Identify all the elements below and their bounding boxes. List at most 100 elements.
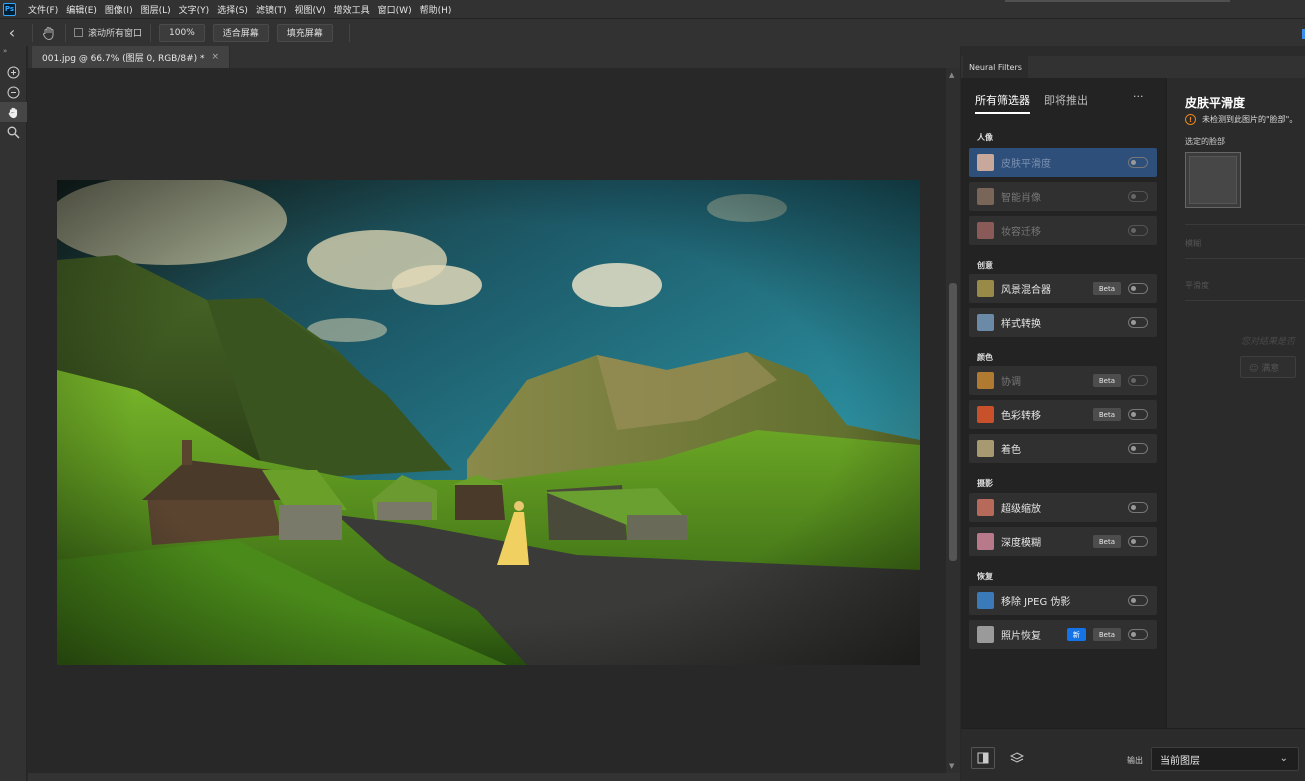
scroll-down-icon[interactable]: ▼ [949, 762, 954, 770]
chevron-down-icon: ⌄ [1279, 753, 1288, 764]
filter-toggle[interactable] [1128, 375, 1148, 386]
filter-harmonization[interactable]: 协调 Beta [969, 366, 1157, 395]
filter-subtabs: 所有筛选器 即将推出 [975, 92, 1102, 114]
menu-file[interactable]: 文件(F) [24, 3, 62, 16]
filter-toggle[interactable] [1128, 502, 1148, 513]
zoom-out-icon[interactable] [0, 82, 27, 102]
filter-jpeg-artifacts[interactable]: 移除 JPEG 伪影 [969, 586, 1157, 615]
filter-toggle[interactable] [1128, 409, 1148, 420]
filter-label: 妆容迁移 [1001, 227, 1041, 238]
document-tab[interactable]: 001.jpg @ 66.7% (图层 0, RGB/8#) * × [32, 46, 231, 68]
filter-photo-restoration[interactable]: 照片恢复 新 Beta [969, 620, 1157, 649]
satisfied-button[interactable]: ☺ 满意 [1240, 356, 1296, 378]
filter-label: 风景混合器 [1001, 285, 1051, 296]
hand-tool-icon[interactable] [41, 25, 57, 41]
super-zoom-thumbnail-icon [977, 499, 994, 516]
beta-badge: Beta [1092, 535, 1121, 548]
filter-toggle[interactable] [1128, 283, 1148, 294]
filter-label: 样式转换 [1001, 319, 1041, 330]
filter-title: 皮肤平滑度 [1185, 96, 1246, 110]
tab-neural-filters[interactable]: Neural Filters [963, 56, 1028, 78]
scroll-all-label: 滚动所有窗口 [88, 29, 143, 39]
filter-toggle[interactable] [1128, 595, 1148, 606]
panel-footer: 输出 当前图层 ⌄ [961, 728, 1305, 781]
options-bar: ‹ 滚动所有窗口 100% 适合屏幕 填充屏幕 [0, 18, 1305, 46]
document-tab-bar: 001.jpg @ 66.7% (图层 0, RGB/8#) * × [28, 46, 960, 68]
menu-select[interactable]: 选择(S) [213, 3, 252, 16]
filter-label: 深度模糊 [1001, 538, 1041, 549]
beta-badge: Beta [1092, 628, 1121, 641]
filter-toggle[interactable] [1128, 443, 1148, 454]
landscape-photo[interactable] [57, 180, 920, 665]
filter-depth-blur[interactable]: 深度模糊 Beta [969, 527, 1157, 556]
filter-label: 智能肖像 [1001, 193, 1041, 204]
portrait-thumbnail-icon [977, 188, 994, 205]
filter-toggle[interactable] [1128, 225, 1148, 236]
menu-edit[interactable]: 编辑(E) [62, 3, 101, 16]
jpeg-thumbnail-icon [977, 592, 994, 609]
filter-toggle[interactable] [1128, 629, 1148, 640]
layers-preview-icon[interactable] [1005, 747, 1029, 769]
back-arrow-icon[interactable]: ‹ [0, 23, 24, 42]
feedback-prompt: 您对结果是否 [1241, 337, 1296, 347]
document-tab-title: 001.jpg @ 66.7% (图层 0, RGB/8#) * [42, 53, 205, 64]
tab-coming-soon[interactable]: 即将推出 [1044, 92, 1088, 114]
tab-all-filters[interactable]: 所有筛选器 [975, 92, 1030, 114]
filter-color-transfer[interactable]: 色彩转移 Beta [969, 400, 1157, 429]
scroll-up-icon[interactable]: ▲ [949, 71, 954, 79]
divider [348, 23, 350, 42]
zoom-100-button[interactable]: 100% [159, 23, 205, 42]
filter-skin-smoothing[interactable]: 皮肤平滑度 [969, 148, 1157, 177]
filter-label: 协调 [1001, 377, 1021, 388]
filter-label: 色彩转移 [1001, 411, 1041, 422]
collapse-toolbar-icon[interactable]: » [0, 46, 26, 56]
menu-help[interactable]: 帮助(H) [416, 3, 456, 16]
photoshop-logo-icon: Ps [3, 2, 16, 16]
menu-image[interactable]: 图像(I) [101, 3, 137, 16]
category-creative: 创意 [977, 261, 993, 270]
blur-slider-track[interactable] [1185, 258, 1305, 259]
menu-plugins[interactable]: 增效工具 [330, 3, 374, 16]
show-original-icon[interactable] [971, 747, 995, 769]
filter-colorize[interactable]: 着色 [969, 434, 1157, 463]
menu-view[interactable]: 视图(V) [290, 3, 329, 16]
menu-layer[interactable]: 图层(L) [137, 3, 175, 16]
fit-screen-button[interactable]: 适合屏幕 [212, 23, 269, 42]
zoom-in-icon[interactable] [0, 62, 27, 82]
close-tab-icon[interactable]: × [212, 52, 220, 62]
menu-window[interactable]: 窗口(W) [374, 3, 416, 16]
more-options-icon[interactable]: ··· [1133, 90, 1144, 103]
colorize-thumbnail-icon [977, 440, 994, 457]
style-thumbnail-icon [977, 314, 994, 331]
face-selector[interactable] [1185, 152, 1241, 208]
neural-filters-panel: Neural Filters 所有筛选器 即将推出 ··· 人像 皮肤平滑度 智… [961, 46, 1305, 781]
portrait-thumbnail-icon [977, 222, 994, 239]
selected-face-label: 选定的脸部 [1185, 137, 1225, 146]
scroll-all-checkbox[interactable] [74, 28, 83, 37]
menu-bar: Ps 文件(F) 编辑(E) 图像(I) 图层(L) 文字(Y) 选择(S) 滤… [0, 0, 1305, 18]
filter-toggle[interactable] [1128, 191, 1148, 202]
filter-toggle[interactable] [1128, 317, 1148, 328]
category-color: 颜色 [977, 353, 993, 362]
divider [32, 23, 33, 42]
fill-screen-button[interactable]: 填充屏幕 [276, 23, 333, 42]
output-select[interactable]: 当前图层 ⌄ [1151, 747, 1299, 771]
filter-style-transfer[interactable]: 样式转换 [969, 308, 1157, 337]
scrollbar-thumb[interactable] [949, 283, 957, 561]
blur-slider-label: 模糊 [1185, 239, 1201, 248]
filter-toggle[interactable] [1128, 157, 1148, 168]
menu-filter[interactable]: 滤镜(T) [252, 3, 291, 16]
filter-landscape-mixer[interactable]: 风景混合器 Beta [969, 274, 1157, 303]
warning-icon: ! [1185, 114, 1196, 125]
filter-super-zoom[interactable]: 超级缩放 [969, 493, 1157, 522]
horizontal-scrollbar[interactable] [28, 773, 960, 781]
tools-panel: » [0, 46, 27, 781]
zoom-tool-icon[interactable] [0, 122, 27, 142]
smoothness-slider-track[interactable] [1185, 300, 1305, 301]
vertical-scrollbar[interactable]: ▲ ▼ [946, 68, 960, 773]
filter-makeup-transfer[interactable]: 妆容迁移 [969, 216, 1157, 245]
menu-type[interactable]: 文字(Y) [175, 3, 214, 16]
hand-tool-icon[interactable] [0, 102, 27, 122]
filter-smart-portrait[interactable]: 智能肖像 [969, 182, 1157, 211]
filter-toggle[interactable] [1128, 536, 1148, 547]
